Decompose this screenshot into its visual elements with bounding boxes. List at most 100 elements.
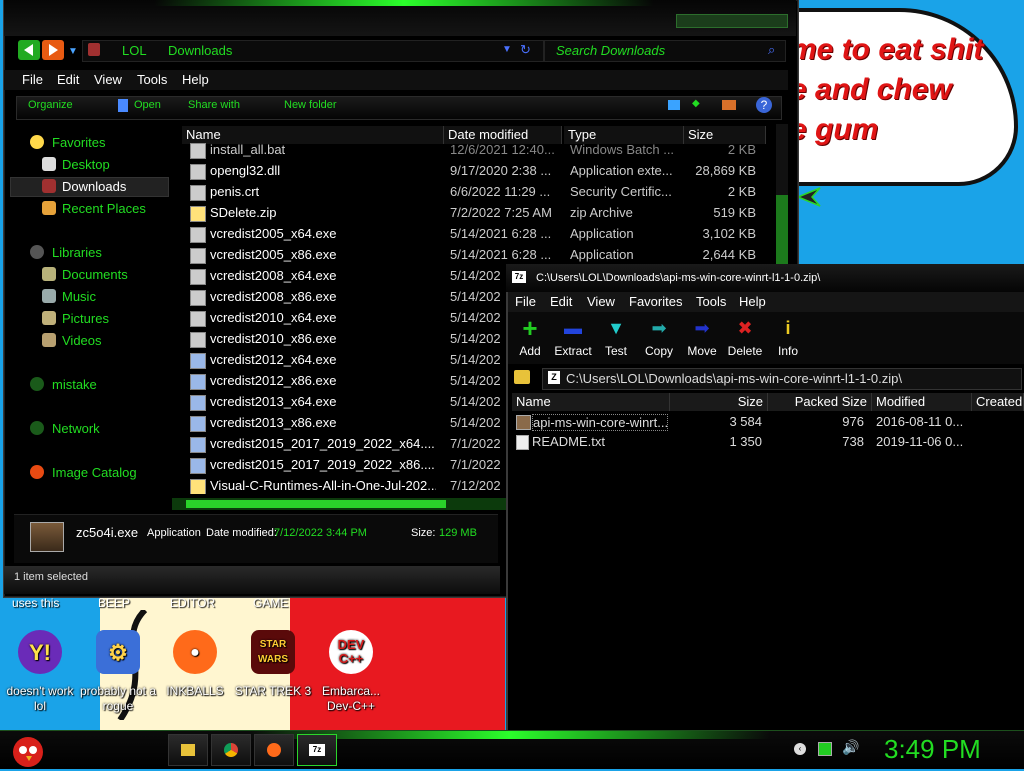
- nav-libraries[interactable]: Libraries: [52, 245, 102, 260]
- desktop-icon-yahoo[interactable]: Y! doesn't work lol: [0, 630, 80, 714]
- file-name: install_all.bat: [210, 142, 286, 157]
- file-size: 2 KB: [727, 142, 756, 157]
- menu-file[interactable]: File: [22, 72, 43, 87]
- search-placeholder: Search Downloads: [556, 43, 666, 58]
- nav-favorites[interactable]: Favorites: [52, 135, 105, 150]
- zip-info-button[interactable]: i Info: [763, 318, 813, 358]
- menu-tools[interactable]: Tools: [137, 72, 167, 87]
- file-date: 5/14/202: [450, 352, 501, 367]
- inkball-icon: [267, 743, 281, 757]
- back-button[interactable]: [18, 40, 40, 60]
- details-date-value: 7/12/2022 3:44 PM: [274, 527, 367, 539]
- file-row[interactable]: penis.crt 6/6/2022 11:29 ... Security Cert…: [172, 182, 778, 203]
- open-button[interactable]: Open: [134, 99, 161, 111]
- nav-downloads[interactable]: Downloads: [62, 179, 126, 194]
- zip-menu-tools[interactable]: Tools: [696, 294, 726, 309]
- chevron-icon[interactable]: ‹: [794, 743, 806, 755]
- status-text: 1 item selected: [14, 571, 88, 583]
- desktop-icon-setup[interactable]: ⚙ probably not a rogue: [78, 630, 158, 714]
- file-name: vcredist2015_2017_2019_2022_x86....: [210, 457, 435, 472]
- nav-videos[interactable]: Videos: [62, 333, 102, 348]
- zip-file-row[interactable]: README.txt 1 350 738 2019-11-06 0...: [512, 432, 1024, 452]
- file-date: 7/1/2022: [450, 457, 501, 472]
- file-date: 5/14/202: [450, 373, 501, 388]
- file-row[interactable]: install_all.bat 12/6/2021 12:40... Windows…: [172, 140, 778, 161]
- help-icon[interactable]: ?: [756, 97, 772, 113]
- zip-file-row[interactable]: api-ms-win-core-winrt... 3 584 976 2016-…: [512, 412, 1024, 432]
- angry-bird-start-icon[interactable]: [6, 730, 50, 768]
- taskbar-7zip-button[interactable]: 7z: [297, 734, 337, 766]
- view-options-icon[interactable]: [668, 100, 680, 110]
- menu-view[interactable]: View: [94, 72, 122, 87]
- nav-network[interactable]: Network: [52, 421, 100, 436]
- taskbar-explorer-button[interactable]: [168, 734, 208, 766]
- nav-desktop[interactable]: Desktop: [62, 157, 110, 172]
- file-name: vcredist2015_2017_2019_2022_x64....: [210, 436, 435, 451]
- chrome-icon: [224, 743, 238, 757]
- zip-column-packed-size[interactable]: Packed Size: [768, 393, 872, 411]
- nav-documents[interactable]: Documents: [62, 267, 128, 282]
- installer-file-icon: [190, 437, 206, 453]
- desktop-label: GAME: [253, 596, 289, 610]
- recent-pages-chevron-icon[interactable]: ▼: [68, 46, 78, 57]
- installer-file-icon: [190, 458, 206, 474]
- nav-recent-places[interactable]: Recent Places: [62, 201, 146, 216]
- refresh-icon[interactable]: ↻: [520, 42, 531, 58]
- zip-column-size[interactable]: Size: [670, 393, 768, 411]
- breadcrumb-item[interactable]: Downloads: [168, 43, 232, 58]
- zip-menu-file[interactable]: File: [515, 294, 536, 309]
- nav-pictures[interactable]: Pictures: [62, 311, 109, 326]
- desktop-icon-inkballs[interactable]: ● INKBALLS: [155, 630, 235, 699]
- new-folder-button[interactable]: New folder: [284, 99, 337, 111]
- menu-edit[interactable]: Edit: [57, 72, 79, 87]
- preview-pane-icon[interactable]: [722, 100, 736, 110]
- volume-icon[interactable]: 🔊: [842, 739, 859, 756]
- file-row[interactable]: vcredist2005_x64.exe 5/14/2021 6:28 ... Ap…: [172, 224, 778, 245]
- window-controls[interactable]: [676, 14, 788, 28]
- zip-column-name[interactable]: Name: [512, 393, 670, 411]
- desktop-icon-star-trek[interactable]: STAR WARS STAR TREK 3: [233, 630, 313, 699]
- zip-menu-favorites[interactable]: Favorites: [629, 294, 682, 309]
- vertical-scrollbar-thumb[interactable]: [776, 195, 788, 265]
- taskbar-chrome-button[interactable]: [211, 734, 251, 766]
- file-name: vcredist2013_x64.exe: [210, 394, 337, 409]
- taskbar-inkball-button[interactable]: [254, 734, 294, 766]
- nav-music[interactable]: Music: [62, 289, 96, 304]
- network-tray-icon[interactable]: [818, 742, 832, 756]
- file-type: Application exte...: [570, 163, 673, 178]
- organize-button[interactable]: Organize: [28, 99, 73, 111]
- address-dropdown-icon[interactable]: ▼: [502, 44, 512, 55]
- file-date: 7/1/2022: [450, 436, 501, 451]
- folder-up-icon[interactable]: [514, 370, 530, 384]
- address-bar[interactable]: [82, 40, 544, 62]
- taskbar-clock[interactable]: 3:49 PM: [884, 734, 981, 765]
- pictures-icon: [42, 311, 56, 325]
- open-icon: [118, 99, 128, 112]
- nav-mistake[interactable]: mistake: [52, 377, 97, 392]
- share-with-button[interactable]: Share with: [188, 99, 240, 111]
- menu-help[interactable]: Help: [182, 72, 209, 87]
- network-icon: [30, 421, 44, 435]
- view-dropdown-icon[interactable]: ◆: [692, 98, 700, 109]
- horizontal-scrollbar-thumb[interactable]: [186, 500, 446, 508]
- desktop-label: uses this: [12, 596, 60, 610]
- desktop-icon-devcpp[interactable]: DEV C++ Embarca... Dev-C++: [311, 630, 391, 714]
- zip-menu-help[interactable]: Help: [739, 294, 766, 309]
- speech-bubble-text: me to eat shit e and chew e gum: [790, 30, 1000, 150]
- file-name: SDelete.zip: [210, 205, 277, 220]
- file-date: 5/14/202: [450, 394, 501, 409]
- search-icon[interactable]: ⌕: [768, 42, 775, 58]
- zip-column-created[interactable]: Created: [972, 393, 1024, 411]
- breadcrumb-item[interactable]: LOL: [122, 43, 147, 58]
- file-row[interactable]: SDelete.zip 7/2/2022 7:25 AM zip Archive 51…: [172, 203, 778, 224]
- file-name: vcredist2005_x64.exe: [210, 226, 337, 241]
- zip-menu-edit[interactable]: Edit: [550, 294, 572, 309]
- file-size: 28,869 KB: [695, 163, 756, 178]
- zip-column-modified[interactable]: Modified: [872, 393, 972, 411]
- file-row[interactable]: vcredist2005_x86.exe 5/14/2021 6:28 ... Ap…: [172, 245, 778, 266]
- installer-file-icon: [190, 416, 206, 432]
- zip-menu-view[interactable]: View: [587, 294, 615, 309]
- file-row[interactable]: opengl32.dll 9/17/2020 2:38 ... Applicatio…: [172, 161, 778, 182]
- forward-button[interactable]: [42, 40, 64, 60]
- nav-image-catalog[interactable]: Image Catalog: [52, 465, 137, 480]
